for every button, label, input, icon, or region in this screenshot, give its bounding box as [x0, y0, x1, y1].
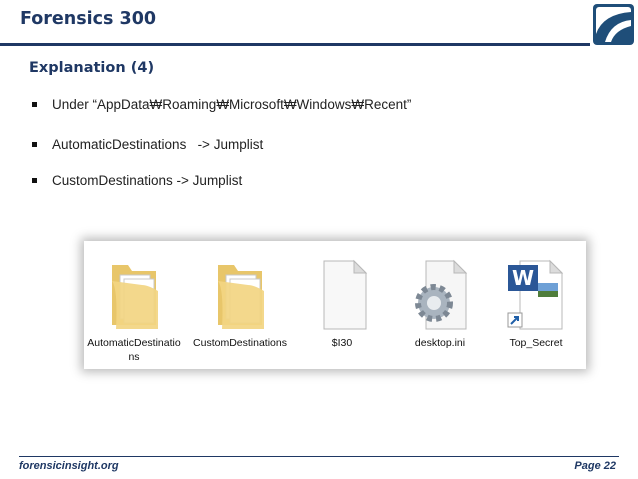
- svg-text:W: W: [512, 266, 534, 290]
- footer-website: forensicinsight.org: [19, 460, 119, 472]
- bullet-text: Under “AppData₩Roaming₩Microsoft₩Windows…: [52, 96, 412, 112]
- file-name: AutomaticDestinations: [87, 337, 181, 363]
- footer-divider: [19, 456, 619, 457]
- file-item-desktop-ini[interactable]: desktop.ini: [392, 241, 488, 369]
- folder-icon: [112, 265, 158, 329]
- file-item-customdestinations[interactable]: CustomDestinations: [192, 241, 288, 369]
- file-item-automaticdestinations[interactable]: AutomaticDestinations: [86, 241, 182, 369]
- bullet-square-icon: [32, 177, 37, 183]
- bullet-square-icon: [32, 141, 37, 147]
- header-divider: [0, 43, 590, 46]
- bullet-item: AutomaticDestinations -> Jumplist: [32, 133, 263, 155]
- file-name: CustomDestinations: [193, 337, 287, 349]
- slide-subtitle: Explanation (4): [29, 60, 155, 76]
- bullet-text: AutomaticDestinations -> Jumplist: [52, 136, 264, 152]
- page-title: Forensics 300: [20, 9, 157, 29]
- blank-file-icon: [323, 259, 368, 330]
- word-shortcut-icon: W: [507, 259, 564, 330]
- file-explorer-screenshot: AutomaticDestinations CustomDestinations…: [84, 241, 586, 369]
- config-file-icon: [415, 259, 468, 330]
- file-name: desktop.ini: [414, 337, 466, 349]
- bullet-text: CustomDestinations -> Jumplist: [52, 172, 243, 188]
- forensic-insight-logo: [593, 4, 634, 45]
- bullet-item: Under “AppData₩Roaming₩Microsoft₩Windows…: [32, 93, 411, 115]
- bullet-item: CustomDestinations -> Jumplist: [32, 169, 242, 191]
- folder-icon: [218, 265, 264, 329]
- file-name: Top_Secret: [509, 337, 563, 349]
- bullet-square-icon: [32, 101, 37, 107]
- page-number: Page 22: [574, 460, 616, 472]
- file-item-top-secret[interactable]: W Top_Secret: [488, 241, 584, 369]
- file-name: $I30: [331, 337, 353, 349]
- file-item-i30[interactable]: $I30: [294, 241, 390, 369]
